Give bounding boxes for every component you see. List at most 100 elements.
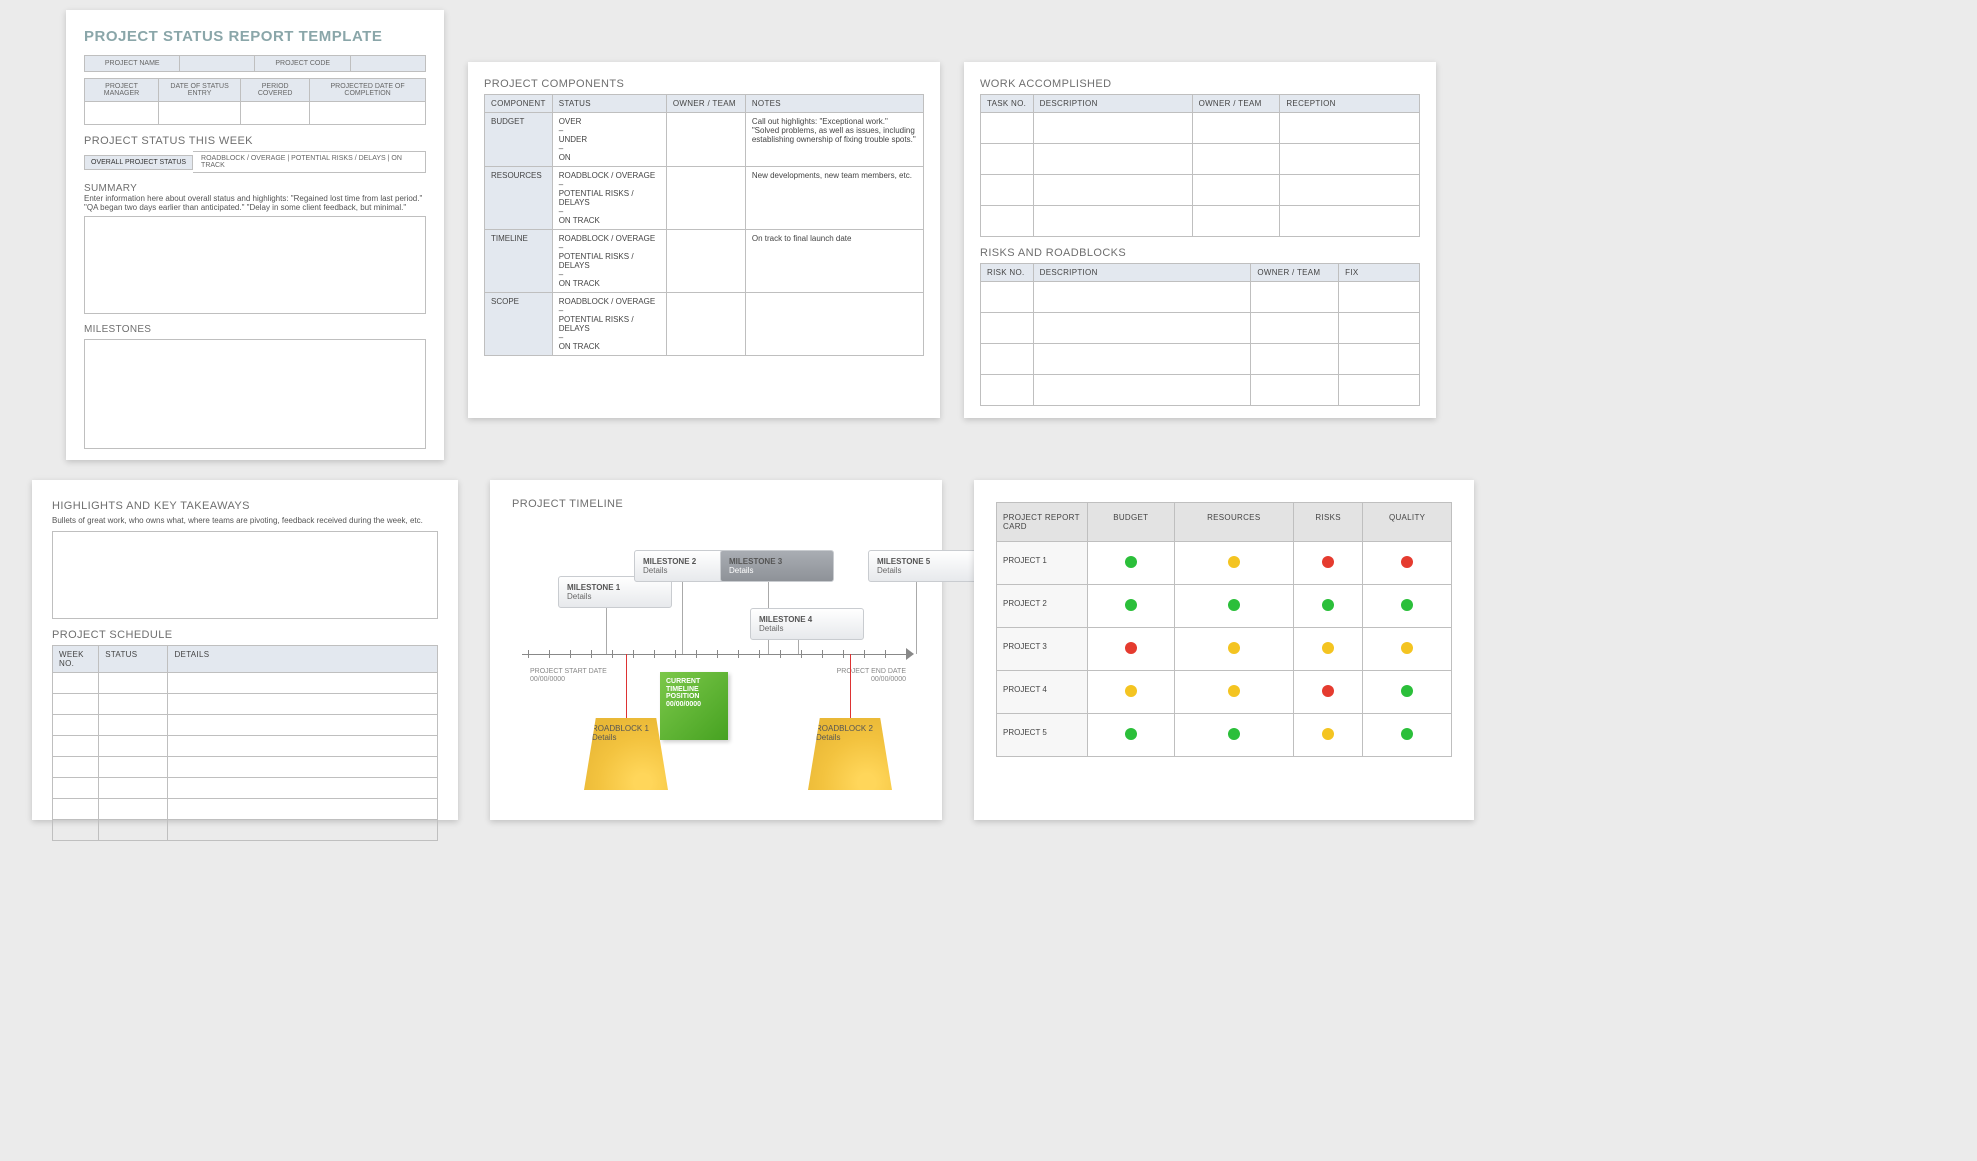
milestones-title: MILESTONES [84,324,426,335]
current-position: CURRENT TIMELINE POSITION 00/00/0000 [660,672,728,740]
status-cell [1363,714,1452,757]
status-cell [1174,628,1293,671]
status-cell [1363,671,1452,714]
risks-table: RISK NO.DESCRIPTIONOWNER / TEAMFIX [980,263,1420,406]
status-cell [1174,585,1293,628]
status-dot-icon [1125,642,1137,654]
highlights-hint: Bullets of great work, who owns what, wh… [52,516,438,525]
cell: On track to final launch date [745,230,923,293]
table-row: PROJECT 3 [997,628,1452,671]
summary-hint: Enter information here about overall sta… [84,194,426,212]
cell [745,293,923,356]
cell: New developments, new team members, etc. [745,167,923,230]
status-dot-icon [1228,685,1240,697]
status-dot-icon [1401,599,1413,611]
status-cell [1174,542,1293,585]
report-card-table: PROJECT REPORT CARD BUDGET RESOURCES RIS… [996,502,1452,757]
th: OWNER / TEAM [1192,95,1280,113]
status-cell [1088,542,1175,585]
timeline: PROJECT START DATE00/00/0000 PROJECT END… [512,514,920,794]
cell: ROADBLOCK / OVERAGE – POTENTIAL RISKS / … [552,230,666,293]
th: RISKS [1293,503,1362,542]
cell: RESOURCES [485,167,553,230]
table-row: TIMELINEROADBLOCK / OVERAGE – POTENTIAL … [485,230,924,293]
summary-box[interactable] [84,216,426,314]
status-dot-icon [1401,728,1413,740]
section-title: RISKS AND ROADBLOCKS [980,247,1420,259]
cell: PROJECTED DATE OF COMPLETION [310,79,426,102]
timeline-axis [522,654,910,655]
status-dot-icon [1125,556,1137,568]
table-row: PROJECT 4 [997,671,1452,714]
status-dot-icon [1401,685,1413,697]
summary-title: SUMMARY [84,183,426,194]
cell: BUDGET [485,113,553,167]
th: NOTES [745,95,923,113]
table-row: SCOPEROADBLOCK / OVERAGE – POTENTIAL RIS… [485,293,924,356]
cell: PROJECT NAME [85,56,180,72]
cell: PROJECT 4 [997,671,1088,714]
cell: PROJECT 5 [997,714,1088,757]
th: OWNER / TEAM [1251,264,1339,282]
work-table: TASK NO.DESCRIPTIONOWNER / TEAMRECEPTION [980,94,1420,237]
milestone-box: MILESTONE 4Details [750,608,864,640]
status-dot-icon [1228,728,1240,740]
th: COMPONENT [485,95,553,113]
th: STATUS [552,95,666,113]
status-dot-icon [1125,685,1137,697]
section-title: PROJECT COMPONENTS [484,78,924,90]
status-dot-icon [1322,685,1334,697]
cell [666,230,745,293]
status-dot-icon [1322,642,1334,654]
cell [666,167,745,230]
th: DESCRIPTION [1033,264,1251,282]
roadblock-box: ROADBLOCK 2Details [808,718,892,790]
cell [666,293,745,356]
cell: ROADBLOCK / OVERAGE – POTENTIAL RISKS / … [552,293,666,356]
cell: PROJECT 3 [997,628,1088,671]
status-options: ROADBLOCK / OVERAGE | POTENTIAL RISKS / … [193,151,426,173]
status-dot-icon [1125,599,1137,611]
header-table-1: PROJECT NAMEPROJECT CODE [84,55,426,72]
cell: ROADBLOCK / OVERAGE – POTENTIAL RISKS / … [552,167,666,230]
status-cell [1293,542,1362,585]
status-dot-icon [1228,556,1240,568]
highlights-box[interactable] [52,531,438,619]
header-table-2: PROJECT MANAGER DATE OF STATUS ENTRY PER… [84,78,426,125]
status-label: OVERALL PROJECT STATUS [84,155,193,170]
start-label: PROJECT START DATE00/00/0000 [530,668,607,683]
cell: SCOPE [485,293,553,356]
status-dot-icon [1228,642,1240,654]
th: FIX [1339,264,1420,282]
milestones-box[interactable] [84,339,426,449]
components-table: COMPONENT STATUS OWNER / TEAM NOTES BUDG… [484,94,924,356]
th: RECEPTION [1280,95,1420,113]
th: QUALITY [1363,503,1452,542]
section-title: PROJECT SCHEDULE [52,629,438,641]
th: TASK NO. [981,95,1034,113]
status-dot-icon [1401,556,1413,568]
status-dot-icon [1322,599,1334,611]
page-timeline: PROJECT TIMELINE PROJECT START DATE00/00… [490,480,942,820]
th: DESCRIPTION [1033,95,1192,113]
th: WEEK NO. [53,646,99,673]
page-report-card: PROJECT REPORT CARD BUDGET RESOURCES RIS… [974,480,1474,820]
status-cell [1088,628,1175,671]
section-title: HIGHLIGHTS AND KEY TAKEAWAYS [52,500,438,512]
cell: TIMELINE [485,230,553,293]
status-cell [1088,714,1175,757]
section-title: PROJECT TIMELINE [512,498,920,510]
status-cell [1363,585,1452,628]
status-cell [1363,542,1452,585]
milestone-box: MILESTONE 5Details [868,550,982,582]
status-dot-icon [1401,642,1413,654]
status-cell [1174,714,1293,757]
th: OWNER / TEAM [666,95,745,113]
page-components: PROJECT COMPONENTS COMPONENT STATUS OWNE… [468,62,940,418]
status-dot-icon [1228,599,1240,611]
page-work-risks: WORK ACCOMPLISHED TASK NO.DESCRIPTIONOWN… [964,62,1436,418]
th: RESOURCES [1174,503,1293,542]
status-cell [1174,671,1293,714]
schedule-table: WEEK NO.STATUSDETAILS [52,645,438,841]
milestone-box: MILESTONE 3Details [720,550,834,582]
